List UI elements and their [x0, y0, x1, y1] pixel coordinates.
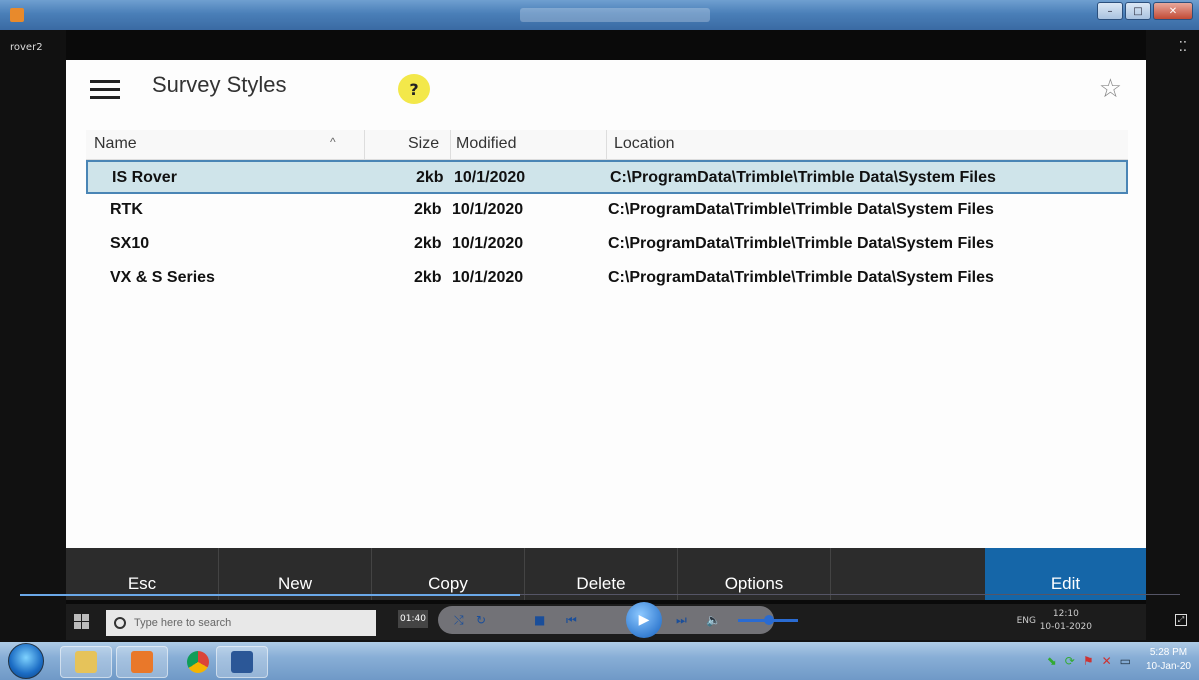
chrome-icon — [187, 651, 209, 673]
star-icon[interactable]: ☆ — [1099, 74, 1122, 104]
panel-header: Survey Styles ? ☆ — [66, 60, 1146, 120]
start-orb-icon[interactable] — [8, 643, 44, 679]
delete-button[interactable]: Delete — [525, 548, 678, 600]
media-player-controls: 01:40 ⤭ ↻ ■ ⏮ ▶ ⏭ 🔈 — [398, 602, 798, 638]
esc-button[interactable]: Esc — [66, 548, 219, 600]
sort-ascending-icon: ^ — [330, 135, 336, 149]
search-placeholder: Type here to search — [134, 617, 232, 629]
survey-styles-panel: Survey Styles ? ☆ Name ^ Size Modified L… — [66, 60, 1146, 548]
word-icon — [231, 651, 253, 673]
video-progress-played[interactable] — [20, 594, 520, 596]
help-cursor-icon: ? — [398, 74, 430, 104]
app-icon — [131, 651, 153, 673]
cell-location: C:\ProgramData\Trimble\Trimble Data\Syst… — [610, 169, 996, 186]
options-button[interactable]: Options — [678, 548, 831, 600]
maximize-button[interactable]: □ — [1125, 2, 1151, 20]
taskbar-explorer[interactable] — [60, 646, 112, 678]
cell-modified: 10/1/2020 — [454, 169, 526, 186]
cell-modified: 10/1/2020 — [452, 269, 524, 286]
language-indicator[interactable]: ENG — [1017, 616, 1036, 626]
repeat-icon[interactable]: ↻ — [476, 613, 486, 627]
outer-window-titlebar[interactable]: – □ ✕ — [0, 0, 1199, 30]
volume-slider-thumb[interactable] — [764, 615, 774, 625]
window-title-blurred — [520, 8, 710, 22]
copy-button[interactable]: Copy — [372, 548, 525, 600]
cell-size: 2kb — [414, 201, 442, 218]
window-controls: – □ ✕ — [1097, 2, 1193, 20]
volume-icon[interactable]: 🔈 — [706, 613, 721, 627]
taskbar-app-orange[interactable] — [116, 646, 168, 678]
column-header-location[interactable]: Location — [614, 135, 675, 153]
network-icon[interactable]: ⬊ — [1047, 654, 1057, 668]
table-row[interactable]: SX10 2kb 10/1/2020 C:\ProgramData\Trimbl… — [86, 228, 1128, 262]
column-divider[interactable] — [364, 130, 365, 160]
media-control-bar: ⤭ ↻ ■ ⏮ ▶ ⏭ 🔈 — [438, 602, 798, 638]
bottom-toolbar: Esc New Copy Delete Options Edit — [66, 548, 1146, 600]
table-header: Name ^ Size Modified Location — [86, 130, 1128, 160]
column-header-modified[interactable]: Modified — [456, 135, 516, 153]
cell-name: RTK — [110, 201, 143, 218]
windows-start-icon[interactable] — [74, 614, 90, 630]
close-button[interactable]: ✕ — [1153, 2, 1193, 20]
edit-button[interactable]: Edit — [985, 548, 1146, 600]
taskbar-search-input[interactable]: Type here to search — [106, 610, 376, 636]
next-icon[interactable]: ⏭ — [676, 613, 687, 628]
new-button[interactable]: New — [219, 548, 372, 600]
hamburger-menu-icon[interactable] — [90, 80, 120, 100]
screen: – □ ✕ rover2 ⁚⁚ Survey Styles ? ☆ Name ^… — [0, 0, 1199, 680]
page-title: Survey Styles — [152, 72, 287, 97]
shuffle-icon[interactable]: ⤭ — [454, 613, 464, 628]
cell-size: 2kb — [416, 169, 444, 186]
search-icon — [114, 617, 126, 629]
flag-icon[interactable]: ⚑ — [1083, 654, 1094, 668]
column-header-name[interactable]: Name — [94, 135, 137, 153]
host-clock-date: 10-Jan-20 — [1145, 661, 1191, 672]
taskbar-word[interactable] — [216, 646, 268, 678]
cell-name: VX & S Series — [110, 269, 215, 286]
cell-size: 2kb — [414, 269, 442, 286]
inner-clock-date: 10-01-2020 — [1039, 622, 1092, 632]
column-divider[interactable] — [450, 130, 451, 160]
sync-icon[interactable]: ⟳ — [1065, 654, 1075, 668]
play-button[interactable]: ▶ — [626, 602, 662, 638]
host-clock[interactable]: 5:28 PM 10-Jan-20 — [1146, 646, 1191, 674]
cell-name: IS Rover — [112, 169, 177, 186]
session-label: rover2 — [10, 42, 43, 53]
inner-clock[interactable]: 12:10 10-01-2020 — [1040, 608, 1092, 634]
display-icon[interactable]: ▭ — [1120, 654, 1131, 668]
expand-icon[interactable]: ⤢ — [1175, 614, 1187, 626]
speaker-muted-icon[interactable]: ✕ — [1102, 654, 1112, 668]
host-clock-time: 5:28 PM — [1149, 647, 1188, 658]
table-row[interactable]: VX & S Series 2kb 10/1/2020 C:\ProgramDa… — [86, 262, 1128, 296]
minimize-button[interactable]: – — [1097, 2, 1123, 20]
table-row[interactable]: RTK 2kb 10/1/2020 C:\ProgramData\Trimble… — [86, 194, 1128, 228]
cell-location: C:\ProgramData\Trimble\Trimble Data\Syst… — [608, 201, 994, 218]
cell-modified: 10/1/2020 — [452, 235, 524, 252]
previous-icon[interactable]: ⏮ — [566, 613, 577, 628]
inner-clock-time: 12:10 — [1052, 609, 1079, 619]
folder-icon — [75, 651, 97, 673]
column-header-size[interactable]: Size — [408, 135, 439, 153]
table-row[interactable]: IS Rover 2kb 10/1/2020 C:\ProgramData\Tr… — [86, 160, 1128, 194]
survey-styles-table: Name ^ Size Modified Location IS Rover 2… — [86, 130, 1128, 296]
grid-icon[interactable]: ⁚⁚ — [1179, 40, 1187, 55]
system-tray: ⬊ ⟳ ⚑ ✕ ▭ — [1047, 654, 1131, 668]
cell-location: C:\ProgramData\Trimble\Trimble Data\Syst… — [608, 235, 994, 252]
column-divider[interactable] — [606, 130, 607, 160]
cell-location: C:\ProgramData\Trimble\Trimble Data\Syst… — [608, 269, 994, 286]
cell-modified: 10/1/2020 — [452, 201, 524, 218]
media-elapsed-time: 01:40 — [398, 610, 428, 628]
video-progress-track[interactable] — [520, 594, 1180, 595]
stop-icon[interactable]: ■ — [534, 613, 545, 627]
cell-size: 2kb — [414, 235, 442, 252]
app-icon — [10, 8, 24, 22]
cell-name: SX10 — [110, 235, 150, 252]
host-taskbar: ⬊ ⟳ ⚑ ✕ ▭ 5:28 PM 10-Jan-20 — [0, 642, 1199, 680]
